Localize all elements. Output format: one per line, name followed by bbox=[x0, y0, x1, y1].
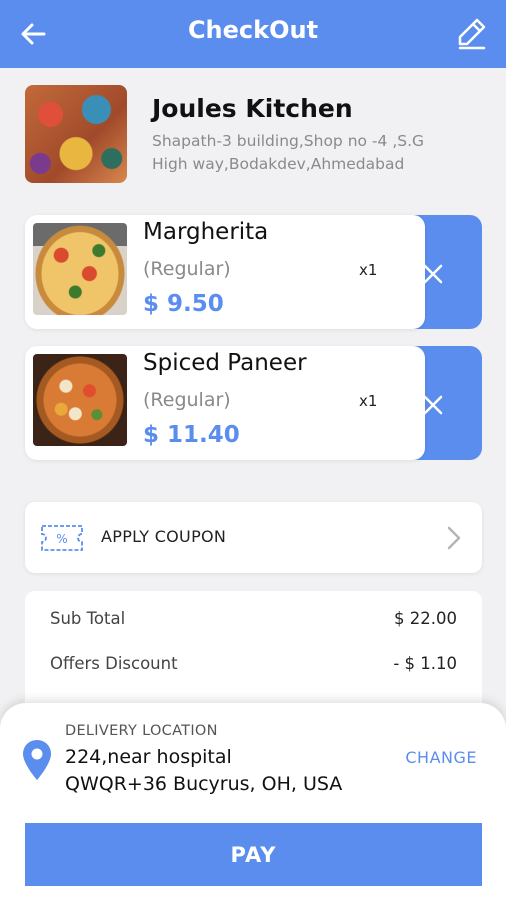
delivery-location-label: DELIVERY LOCATION bbox=[65, 723, 218, 739]
item-variant: (Regular) bbox=[143, 389, 231, 411]
delivery-panel: DELIVERY LOCATION 224,near hospital QWQR… bbox=[0, 703, 506, 900]
restaurant-address-line1: Shapath-3 building,Shop no -4 ,S.G bbox=[152, 132, 425, 150]
app-header: CheckOut bbox=[0, 0, 506, 68]
location-pin-icon bbox=[22, 739, 52, 785]
apply-coupon-button[interactable]: % APPLY COUPON bbox=[25, 502, 482, 573]
summary-value: - $ 1.10 bbox=[393, 654, 457, 673]
item-price: $ 11.40 bbox=[143, 422, 240, 448]
page-title: CheckOut bbox=[187, 16, 319, 44]
item-name: Spiced Paneer bbox=[143, 350, 307, 376]
item-image bbox=[33, 354, 127, 446]
item-quantity: x1 bbox=[359, 261, 378, 279]
item-image bbox=[33, 223, 127, 315]
svg-text:%: % bbox=[56, 532, 67, 546]
item-quantity: x1 bbox=[359, 392, 378, 410]
change-address-button[interactable]: CHANGE bbox=[405, 748, 477, 767]
item-name: Margherita bbox=[143, 219, 269, 245]
coupon-ticket-icon: % bbox=[40, 524, 84, 556]
cart-item: Spiced Paneer (Regular) x1 $ 11.40 bbox=[25, 346, 482, 460]
summary-row: Offers Discount - $ 1.10 bbox=[50, 654, 457, 673]
restaurant-address: Shapath-3 building,Shop no -4 ,S.G High … bbox=[152, 130, 472, 176]
cart-item-card[interactable]: Margherita (Regular) x1 $ 9.50 bbox=[25, 215, 425, 329]
summary-label: Sub Total bbox=[50, 609, 126, 628]
cart-item: Margherita (Regular) x1 $ 9.50 bbox=[25, 215, 482, 329]
summary-value: $ 22.00 bbox=[394, 609, 457, 628]
restaurant-image bbox=[25, 85, 127, 183]
pay-button[interactable]: PAY bbox=[25, 823, 482, 886]
restaurant-address-line2: High way,Bodakdev,Ahmedabad bbox=[152, 155, 405, 173]
chevron-right-icon bbox=[446, 526, 462, 554]
item-price: $ 9.50 bbox=[143, 291, 224, 317]
item-variant: (Regular) bbox=[143, 258, 231, 280]
delivery-address-line2: QWQR+36 Bucyrus, OH, USA bbox=[65, 773, 343, 795]
delivery-address-line1: 224,near hospital bbox=[65, 746, 232, 768]
edit-pencil-icon[interactable] bbox=[456, 16, 488, 50]
apply-coupon-label: APPLY COUPON bbox=[101, 527, 227, 546]
cart-item-card[interactable]: Spiced Paneer (Regular) x1 $ 11.40 bbox=[25, 346, 425, 460]
restaurant-name: Joules Kitchen bbox=[152, 94, 353, 123]
summary-label: Offers Discount bbox=[50, 654, 178, 673]
summary-row: Sub Total $ 22.00 bbox=[50, 609, 457, 628]
